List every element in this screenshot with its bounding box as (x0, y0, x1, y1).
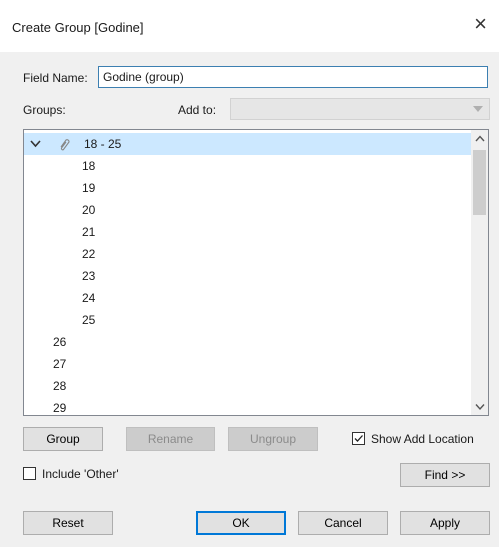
tree-member-item[interactable]: 23 (82, 265, 95, 287)
group-button[interactable]: Group (23, 427, 103, 451)
tree-member-item[interactable]: 21 (82, 221, 95, 243)
tree-member-item[interactable]: 22 (82, 243, 95, 265)
apply-button[interactable]: Apply (400, 511, 490, 535)
tree-member-item[interactable]: 24 (82, 287, 95, 309)
title-bar: Create Group [Godine] × (0, 0, 499, 52)
field-name-input[interactable]: Godine (group) (98, 66, 488, 88)
close-icon[interactable]: × (474, 13, 487, 35)
tree-member-item[interactable]: 19 (82, 177, 95, 199)
tree-ungrouped-item[interactable]: 26 (53, 331, 66, 353)
tree-member-item[interactable]: 20 (82, 199, 95, 221)
add-to-dropdown[interactable] (230, 98, 490, 120)
field-name-label: Field Name: (23, 71, 88, 85)
ok-button[interactable]: OK (196, 511, 286, 535)
tree-member-item[interactable]: 25 (82, 309, 95, 331)
add-to-label: Add to: (178, 103, 217, 117)
show-add-location-label: Show Add Location (371, 432, 474, 446)
tree-ungrouped-item[interactable]: 27 (53, 353, 66, 375)
ungroup-button[interactable]: Ungroup (228, 427, 318, 451)
paperclip-icon (58, 133, 70, 162)
chevron-down-icon[interactable] (30, 133, 41, 162)
groups-tree[interactable]: 18 - 25 18 19 20 21 22 23 24 25 26 27 28… (23, 129, 489, 416)
tree-ungrouped-item[interactable]: 28 (53, 375, 66, 397)
tree-group-row[interactable]: 18 - 25 (24, 133, 472, 155)
rename-button[interactable]: Rename (126, 427, 215, 451)
dialog-title: Create Group [Godine] (12, 20, 144, 35)
tree-member-item[interactable]: 18 (82, 155, 95, 177)
chevron-down-icon[interactable] (471, 398, 488, 415)
tree-scrollbar[interactable] (471, 130, 488, 415)
include-other-label: Include 'Other' (42, 467, 119, 481)
cancel-button[interactable]: Cancel (298, 511, 388, 535)
reset-button[interactable]: Reset (23, 511, 113, 535)
include-other-checkbox[interactable] (23, 467, 36, 480)
tree-ungrouped-item[interactable]: 29 (53, 397, 66, 415)
find-button[interactable]: Find >> (400, 463, 490, 487)
tree-group-label: 18 - 25 (84, 137, 122, 151)
groups-label: Groups: (23, 103, 66, 117)
scrollbar-thumb[interactable] (473, 150, 486, 215)
dropdown-arrow-icon (473, 106, 483, 112)
show-add-location-checkbox[interactable] (352, 432, 365, 445)
chevron-up-icon[interactable] (471, 130, 488, 147)
